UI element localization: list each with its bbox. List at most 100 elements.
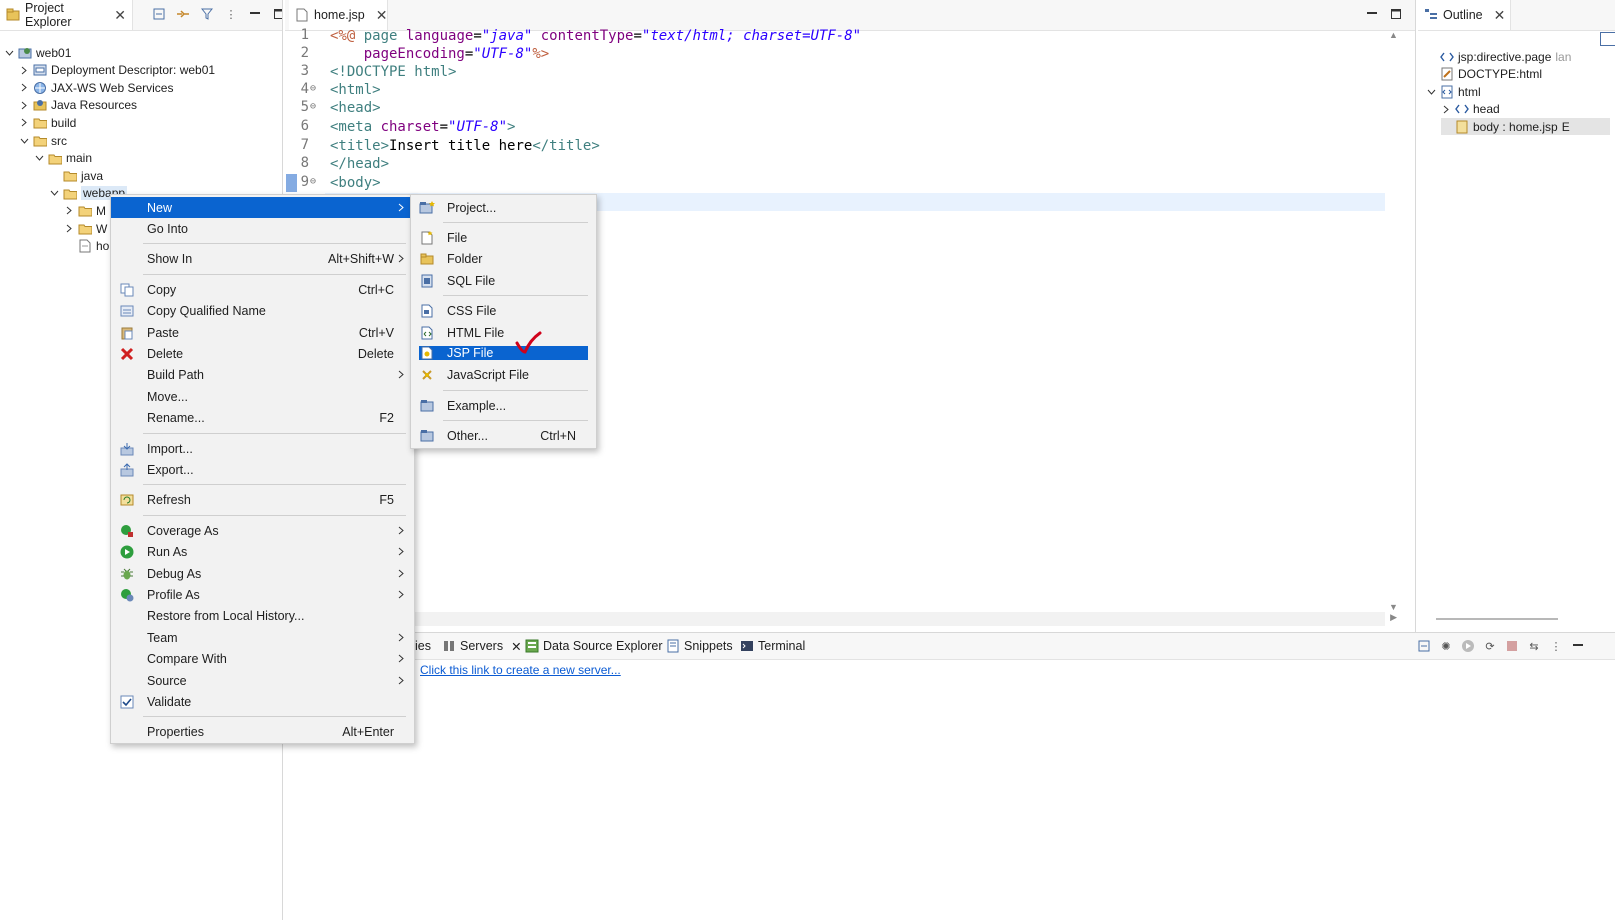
menu-item-export[interactable]: Export... (111, 459, 414, 480)
menu-item-move[interactable]: Move... (111, 386, 414, 407)
close-icon[interactable]: ✕ (114, 7, 126, 24)
menu-item-restore-from-local-history[interactable]: Restore from Local History... (111, 606, 414, 627)
tab-servers[interactable]: Servers ✕ (442, 633, 522, 659)
minimize-icon[interactable] (1365, 7, 1379, 21)
filter-icon[interactable] (200, 7, 214, 21)
maximize-icon[interactable] (1389, 7, 1403, 21)
tab-outline[interactable]: Outline ✕ (1418, 0, 1511, 30)
link-with-editor-icon[interactable] (176, 7, 190, 21)
tree-item[interactable]: Deployment Descriptor: web01 (19, 62, 215, 79)
menu-item-copy-qualified-name[interactable]: Copy Qualified Name (111, 301, 414, 322)
tab-project-explorer[interactable]: Project Explorer ✕ (0, 0, 133, 30)
profile-server-icon[interactable]: ⟳ (1483, 639, 1497, 653)
outline-toolbar-icon[interactable] (1600, 32, 1615, 46)
fold-toggle-icon[interactable]: ⊖ (310, 101, 316, 112)
tab-snippets[interactable]: Snippets (666, 633, 733, 659)
tab-home-jsp[interactable]: home.jsp ✕ (289, 0, 388, 30)
menu-item-project[interactable]: Project... (411, 197, 596, 218)
scroll-down-arrow[interactable]: ▼ (1389, 602, 1398, 612)
menu-item-css-file[interactable]: CSS File (411, 301, 596, 322)
outline-scrollbar[interactable] (1436, 618, 1558, 620)
tree-item[interactable]: web01 (4, 44, 71, 61)
menu-item-html-file[interactable]: HTML File (411, 322, 596, 343)
menu-item-build-path[interactable]: Build Path (111, 365, 414, 386)
menu-item-source[interactable]: Source (111, 670, 414, 691)
menu-item-new[interactable]: New (111, 197, 414, 218)
tree-item[interactable]: ho (64, 238, 109, 255)
minimize-icon[interactable] (1571, 639, 1585, 653)
menu-item-run-as[interactable]: Run As (111, 542, 414, 563)
chevron-right-icon[interactable] (19, 66, 29, 75)
menu-item-go-into[interactable]: Go Into (111, 218, 414, 239)
outline-item[interactable]: DOCTYPE:html (1426, 66, 1542, 83)
chevron-down-icon[interactable] (19, 138, 29, 144)
menu-item-copy[interactable]: Copy Ctrl+C (111, 279, 414, 300)
tree-item[interactable]: src (19, 132, 67, 149)
outline-item[interactable]: body : home.jsp E (1441, 118, 1610, 136)
chevron-right-icon[interactable] (64, 206, 74, 215)
chevron-right-icon[interactable] (19, 118, 29, 127)
chevron-right-icon[interactable] (1441, 105, 1451, 114)
fold-toggle-icon[interactable]: ⊖ (310, 176, 316, 187)
tab-terminal[interactable]: Terminal (740, 633, 805, 659)
tree-item[interactable]: W (64, 220, 107, 237)
menu-item-validate[interactable]: Validate (111, 691, 414, 712)
tree-item[interactable]: JAX-WS Web Services (19, 79, 173, 96)
chevron-down-icon[interactable] (34, 155, 44, 161)
scroll-up-arrow[interactable]: ▲ (1389, 30, 1398, 40)
chevron-right-icon[interactable] (19, 101, 29, 110)
start-server-icon[interactable] (1461, 639, 1475, 653)
tree-item[interactable]: build (19, 114, 76, 131)
maximize-icon[interactable] (272, 7, 282, 21)
minimize-icon[interactable] (248, 7, 262, 21)
menu-item-profile-as[interactable]: Profile As (111, 584, 414, 605)
menu-item-paste[interactable]: Paste Ctrl+V (111, 322, 414, 343)
menu-item-sql-file[interactable]: SQL File (411, 270, 596, 291)
tree-item[interactable]: Java Resources (19, 97, 137, 114)
view-menu-icon[interactable]: ⋮ (1549, 639, 1563, 653)
view-menu-icon[interactable]: ⋮ (224, 7, 238, 21)
outline-item[interactable]: html (1426, 83, 1481, 100)
menu-item-jsp-file[interactable]: JSP File (419, 346, 588, 361)
fold-toggle-icon[interactable]: ⊖ (310, 83, 316, 94)
menu-item-other[interactable]: Other... Ctrl+N (411, 426, 596, 447)
close-icon[interactable]: ✕ (376, 7, 388, 24)
menu-item-import[interactable]: Import... (111, 438, 414, 459)
menu-item-show-in[interactable]: Show In Alt+Shift+W (111, 249, 414, 270)
close-icon[interactable]: ✕ (511, 639, 521, 654)
new-server-icon[interactable] (1417, 639, 1431, 653)
chevron-down-icon[interactable] (4, 50, 14, 56)
menu-item-javascript-file[interactable]: JavaScript File (411, 365, 596, 386)
menu-item-coverage-as[interactable]: Coverage As (111, 520, 414, 541)
chevron-right-icon[interactable] (19, 83, 29, 92)
tab-data-source-explorer[interactable]: Data Source Explorer (525, 633, 663, 659)
chevron-right-icon[interactable] (64, 224, 74, 233)
editor-horizontal-scrollbar[interactable]: ▶ (415, 612, 1397, 626)
menu-item-debug-as[interactable]: Debug As (111, 563, 414, 584)
menu-item-file[interactable]: File (411, 227, 596, 248)
tree-item[interactable]: M (64, 202, 106, 219)
menu-item-delete[interactable]: Delete Delete (111, 343, 414, 364)
menu-item-properties[interactable]: Properties Alt+Enter (111, 722, 414, 743)
menu-item-example[interactable]: Example... (411, 395, 596, 416)
tree-item[interactable]: main (34, 150, 92, 167)
tab-ies[interactable]: ies (415, 633, 431, 659)
chevron-down-icon[interactable] (49, 190, 59, 197)
tree-item[interactable]: java (49, 167, 103, 184)
create-server-link[interactable]: Click this link to create a new server..… (420, 663, 621, 677)
editor-vertical-scrollbar[interactable]: ▲ ▼ (1387, 30, 1401, 612)
stop-server-icon[interactable] (1505, 639, 1519, 653)
menu-item-team[interactable]: Team (111, 627, 414, 648)
menu-item-compare-with[interactable]: Compare With (111, 649, 414, 670)
menu-item-refresh[interactable]: Refresh F5 (111, 490, 414, 511)
debug-server-icon[interactable]: ✺ (1439, 639, 1453, 653)
menu-item-folder[interactable]: Folder (411, 249, 596, 270)
outline-item[interactable]: head (1441, 101, 1500, 118)
chevron-down-icon[interactable] (1426, 89, 1436, 95)
publish-icon[interactable]: ⇆ (1527, 639, 1541, 653)
collapse-all-icon[interactable] (152, 7, 166, 21)
close-icon[interactable]: ✕ (1494, 7, 1506, 24)
outline-item[interactable]: jsp:directive.page lan (1426, 48, 1571, 65)
menu-item-rename[interactable]: Rename... F2 (111, 408, 414, 429)
scroll-right-arrow[interactable]: ▶ (1390, 612, 1397, 623)
